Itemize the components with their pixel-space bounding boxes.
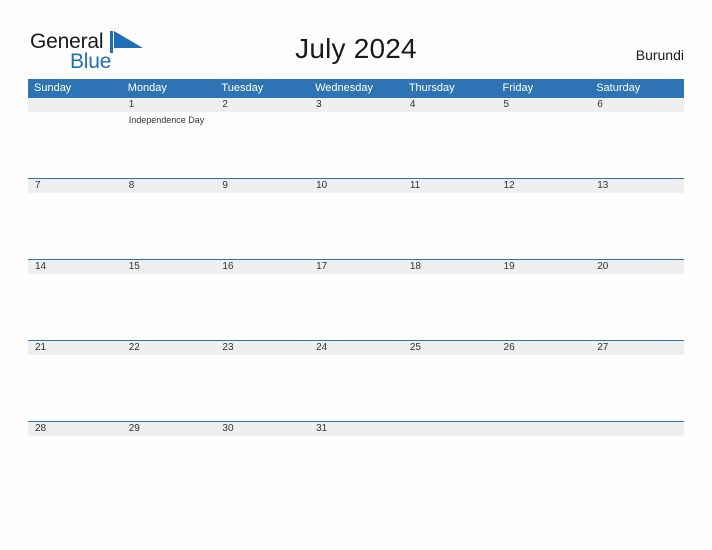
- day-number[interactable]: 5: [497, 98, 591, 112]
- day-cell[interactable]: [403, 274, 497, 339]
- page-title: July 2024: [295, 33, 417, 64]
- day-number[interactable]: 7: [28, 179, 122, 193]
- day-number[interactable]: 28: [28, 422, 122, 436]
- weekday-monday: Monday: [127, 82, 167, 94]
- day-cell[interactable]: [215, 355, 309, 420]
- day-number[interactable]: [403, 422, 497, 436]
- day-number[interactable]: 15: [122, 260, 216, 274]
- day-number[interactable]: 13: [590, 179, 684, 193]
- day-cell[interactable]: [28, 436, 122, 501]
- day-number[interactable]: 26: [497, 341, 591, 355]
- day-number[interactable]: 11: [403, 179, 497, 193]
- day-cell[interactable]: [122, 355, 216, 420]
- week-row: 7 8 9 10 11 12 13: [28, 178, 684, 259]
- day-number[interactable]: 1: [122, 98, 216, 112]
- day-number[interactable]: 9: [215, 179, 309, 193]
- day-number[interactable]: 20: [590, 260, 684, 274]
- day-cell[interactable]: [28, 112, 122, 177]
- week-row: 1 2 3 4 5 6 Independence Day: [28, 97, 684, 178]
- day-cell[interactable]: [497, 436, 591, 501]
- day-cell[interactable]: [309, 436, 403, 501]
- day-events-row: [28, 436, 684, 501]
- weekday-thursday: Thursday: [408, 82, 455, 94]
- weekday-tuesday: Tuesday: [221, 82, 264, 94]
- weekday-sunday: Sunday: [34, 82, 72, 94]
- day-number[interactable]: 22: [122, 341, 216, 355]
- day-number[interactable]: 12: [497, 179, 591, 193]
- week-row: 28 29 30 31: [28, 421, 684, 502]
- day-number[interactable]: 3: [309, 98, 403, 112]
- day-number[interactable]: 23: [215, 341, 309, 355]
- day-events-row: [28, 355, 684, 420]
- calendar-grid: Sunday Monday Tuesday Wednesday Thursday…: [28, 79, 684, 502]
- day-number[interactable]: 18: [403, 260, 497, 274]
- day-events-row: [28, 193, 684, 258]
- day-number[interactable]: 21: [28, 341, 122, 355]
- day-number[interactable]: 30: [215, 422, 309, 436]
- day-cell[interactable]: [122, 274, 216, 339]
- day-cell[interactable]: [309, 193, 403, 258]
- country-label: Burundi: [635, 47, 684, 63]
- day-cell[interactable]: [122, 436, 216, 501]
- day-number[interactable]: 2: [215, 98, 309, 112]
- day-cell[interactable]: [403, 193, 497, 258]
- day-cell[interactable]: [497, 112, 591, 177]
- weekday-friday: Friday: [502, 82, 534, 94]
- day-number[interactable]: [590, 422, 684, 436]
- day-number[interactable]: 24: [309, 341, 403, 355]
- day-number[interactable]: [497, 422, 591, 436]
- day-number[interactable]: 19: [497, 260, 591, 274]
- day-number[interactable]: 25: [403, 341, 497, 355]
- day-number[interactable]: 16: [215, 260, 309, 274]
- day-number[interactable]: 6: [590, 98, 684, 112]
- day-cell[interactable]: [28, 274, 122, 339]
- day-cell[interactable]: [309, 274, 403, 339]
- day-number-band: 14 15 16 17 18 19 20: [28, 260, 684, 274]
- day-number[interactable]: 14: [28, 260, 122, 274]
- day-cell[interactable]: [590, 112, 684, 177]
- weekday-wednesday: Wednesday: [315, 82, 373, 94]
- day-number[interactable]: 27: [590, 341, 684, 355]
- day-cell[interactable]: [590, 274, 684, 339]
- day-number-band: 7 8 9 10 11 12 13: [28, 179, 684, 193]
- day-number[interactable]: 4: [403, 98, 497, 112]
- day-number-band: 21 22 23 24 25 26 27: [28, 341, 684, 355]
- calendar-page: General Blue July 2024 Burundi Sunday Mo…: [0, 0, 712, 550]
- day-cell[interactable]: [28, 193, 122, 258]
- day-cell[interactable]: [215, 274, 309, 339]
- day-number[interactable]: 29: [122, 422, 216, 436]
- day-cell[interactable]: [122, 193, 216, 258]
- day-cell[interactable]: [403, 436, 497, 501]
- day-number[interactable]: [28, 98, 122, 112]
- event-label: Independence Day: [128, 115, 205, 125]
- day-cell[interactable]: [309, 112, 403, 177]
- day-events-row: Independence Day: [28, 112, 684, 177]
- weekday-header-row: Sunday Monday Tuesday Wednesday Thursday…: [28, 79, 684, 97]
- day-number[interactable]: 10: [309, 179, 403, 193]
- day-number-band: 28 29 30 31: [28, 422, 684, 436]
- day-cell[interactable]: [403, 355, 497, 420]
- day-cell[interactable]: [403, 112, 497, 177]
- day-cell[interactable]: [215, 193, 309, 258]
- day-cell[interactable]: [590, 436, 684, 501]
- day-cell[interactable]: [497, 274, 591, 339]
- day-cell[interactable]: [215, 112, 309, 177]
- day-cell[interactable]: Independence Day: [122, 112, 216, 177]
- day-number-band: 1 2 3 4 5 6: [28, 98, 684, 112]
- day-number[interactable]: 31: [309, 422, 403, 436]
- day-number[interactable]: 8: [122, 179, 216, 193]
- week-row: 14 15 16 17 18 19 20: [28, 259, 684, 340]
- day-cell[interactable]: [497, 355, 591, 420]
- page-header: General Blue July 2024 Burundi: [0, 0, 712, 79]
- weekday-saturday: Saturday: [596, 82, 641, 94]
- day-cell[interactable]: [28, 355, 122, 420]
- day-events-row: [28, 274, 684, 339]
- day-cell[interactable]: [590, 193, 684, 258]
- week-row: 21 22 23 24 25 26 27: [28, 340, 684, 421]
- day-number[interactable]: 17: [309, 260, 403, 274]
- day-cell[interactable]: [497, 193, 591, 258]
- day-cell[interactable]: [309, 355, 403, 420]
- day-cell[interactable]: [590, 355, 684, 420]
- day-cell[interactable]: [215, 436, 309, 501]
